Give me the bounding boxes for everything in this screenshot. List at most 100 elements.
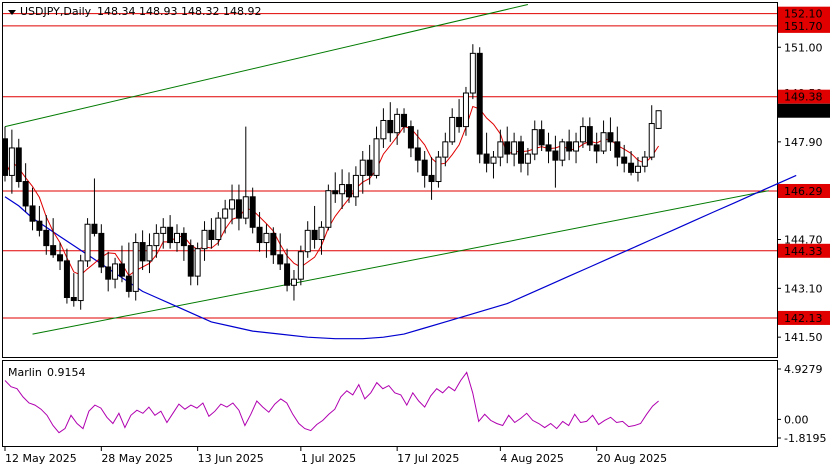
price-label: 144.33: [784, 245, 823, 258]
price-label: 149.38: [784, 91, 823, 104]
price-label: 148.92: [784, 105, 823, 118]
candle-body: [545, 144, 552, 152]
collapse-triangle-icon[interactable]: [8, 10, 16, 15]
candle-body: [270, 232, 277, 256]
candle-body: [449, 116, 456, 143]
indicator-name: Marlin: [8, 366, 42, 379]
price-label: 143.10: [784, 282, 823, 295]
price-label: 151.00: [784, 41, 823, 54]
candle-body: [387, 119, 394, 134]
candle-body: [311, 229, 318, 241]
candle-body: [36, 220, 43, 231]
channel-line-0: [4, 4, 528, 128]
candle-body: [497, 141, 504, 158]
time-label: 4 Aug 2025: [500, 452, 563, 465]
candle-body: [125, 275, 132, 292]
candle-body: [194, 248, 201, 277]
candle-body: [593, 144, 600, 152]
candle-body: [504, 141, 511, 155]
slow-moving-average: [4, 174, 797, 340]
candle-body: [263, 232, 270, 244]
candle-body: [648, 123, 655, 158]
time-label: 20 Aug 2025: [597, 452, 667, 465]
candle-body: [167, 226, 174, 244]
candle-body: [614, 141, 621, 158]
candle-body: [215, 217, 222, 241]
candle-body: [518, 141, 524, 164]
candle-body: [242, 196, 249, 219]
candle-body: [201, 229, 208, 250]
candle-body: [187, 245, 194, 277]
price-chart: 4.9279 0.00 -1.8195 152.10151.70 151.00 149.…: [2, 2, 830, 465]
candle-body: [380, 119, 387, 140]
candle-body: [421, 159, 428, 176]
candle-body: [641, 156, 648, 167]
candle-body: [229, 199, 236, 210]
candle-body: [456, 116, 463, 128]
candle-body: [352, 174, 359, 198]
candle-body: [22, 181, 29, 207]
candle-body: [77, 260, 84, 302]
candle-body: [407, 126, 414, 149]
candle-body: [394, 113, 401, 134]
slow-ma-line: [4, 174, 797, 340]
candlesticks: [2, 44, 662, 310]
candle-body: [490, 156, 497, 164]
price-label: 152.10: [784, 8, 823, 21]
indicator-scale-label: 0.00: [784, 413, 809, 426]
ohlc-values: 148.34 148.93 148.32 148.92: [97, 5, 261, 18]
candle-body: [146, 245, 153, 262]
candle-body: [29, 205, 36, 222]
candle-body: [566, 141, 573, 152]
time-label: 28 May 2025: [101, 452, 173, 465]
candle-body: [208, 229, 215, 241]
candle-body: [43, 229, 50, 247]
candle-body: [290, 278, 297, 286]
candle-body: [435, 156, 442, 183]
candle-body: [174, 232, 180, 244]
candle-body: [98, 232, 105, 268]
candle-body: [63, 260, 70, 298]
candle-body: [586, 126, 593, 146]
candle-body: [84, 223, 91, 262]
candle-body: [284, 263, 291, 286]
symbol-label: USDJPY,Daily: [20, 5, 92, 18]
price-label: 146.29: [784, 185, 823, 198]
time-label: 1 Jul 2025: [301, 452, 356, 465]
time-axis: 12 May 2025 28 May 2025 13 Jun 2025 1 Jul 2…: [4, 447, 667, 465]
candle-body: [607, 132, 614, 143]
candle-body: [112, 263, 119, 280]
candle-body: [373, 138, 380, 176]
candle-body: [511, 141, 518, 155]
candle-body: [628, 162, 635, 173]
candle-body: [573, 141, 580, 152]
candle-body: [180, 232, 187, 247]
candle-body: [8, 147, 15, 176]
candle-body: [91, 223, 98, 234]
candle-body: [442, 141, 449, 158]
candle-body: [414, 147, 421, 161]
price-label: 142.13: [784, 312, 823, 325]
candle-body: [132, 242, 139, 292]
indicator-scale-label: -1.8195: [784, 432, 826, 445]
price-label: 151.70: [784, 20, 823, 33]
main-pane-frame: [2, 2, 778, 358]
candle-body: [297, 251, 304, 280]
candle-body: [118, 263, 125, 277]
candle-body: [531, 129, 538, 155]
candle-body: [249, 196, 256, 228]
candle-body: [524, 153, 531, 164]
time-label: 12 May 2025: [5, 452, 77, 465]
candle-body: [332, 190, 339, 195]
indicator-value: 0.9154: [47, 366, 86, 379]
time-label: 17 Jul 2025: [397, 452, 459, 465]
candle-body: [579, 126, 586, 143]
candle-body: [105, 266, 112, 280]
candle-body: [469, 52, 476, 94]
marlin-indicator: 4.9279 0.00 -1.8195: [4, 363, 826, 445]
candle-body: [50, 245, 57, 256]
channel-lines: [4, 4, 769, 335]
candle-body: [318, 226, 325, 241]
time-label: 13 Jun 2025: [198, 452, 264, 465]
candle-body: [476, 52, 483, 155]
